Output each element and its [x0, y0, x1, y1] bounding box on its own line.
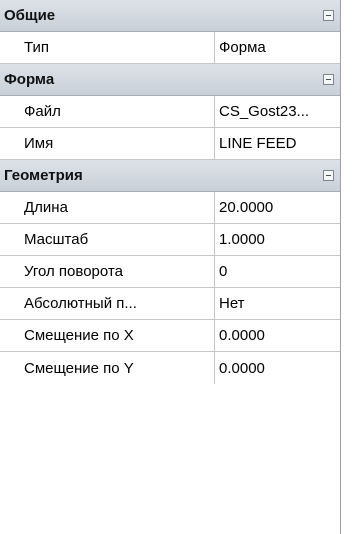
property-name: Абсолютный п... — [0, 288, 215, 319]
property-value[interactable]: 0 — [215, 256, 340, 287]
property-name: Файл — [0, 96, 215, 127]
property-name: Тип — [0, 32, 215, 63]
section-title: Форма — [4, 71, 55, 88]
property-value[interactable]: 0.0000 — [215, 320, 340, 351]
property-row-rotation[interactable]: Угол поворота 0 — [0, 256, 340, 288]
property-name: Масштаб — [0, 224, 215, 255]
property-name: Смещение по X — [0, 320, 215, 351]
property-value[interactable]: LINE FEED — [215, 128, 340, 159]
property-value[interactable]: Нет — [215, 288, 340, 319]
section-header-shape[interactable]: Форма — [0, 64, 340, 96]
property-row-file[interactable]: Файл CS_Gost23... — [0, 96, 340, 128]
property-row-length[interactable]: Длина 20.0000 — [0, 192, 340, 224]
section-header-general[interactable]: Общие — [0, 0, 340, 32]
properties-palette: Общие Тип Форма Форма Файл CS_Gost23... … — [0, 0, 341, 534]
property-name: Имя — [0, 128, 215, 159]
section-title: Геометрия — [4, 167, 83, 184]
property-value[interactable]: CS_Gost23... — [215, 96, 340, 127]
property-value[interactable]: Форма — [215, 32, 340, 63]
property-name: Угол поворота — [0, 256, 215, 287]
collapse-icon[interactable] — [323, 74, 334, 85]
property-row-absolute[interactable]: Абсолютный п... Нет — [0, 288, 340, 320]
property-row-offset-x[interactable]: Смещение по X 0.0000 — [0, 320, 340, 352]
property-row-scale[interactable]: Масштаб 1.0000 — [0, 224, 340, 256]
property-value[interactable]: 1.0000 — [215, 224, 340, 255]
property-value[interactable]: 0.0000 — [215, 352, 340, 384]
property-value[interactable]: 20.0000 — [215, 192, 340, 223]
property-row-offset-y[interactable]: Смещение по Y 0.0000 — [0, 352, 340, 384]
property-row-type[interactable]: Тип Форма — [0, 32, 340, 64]
collapse-icon[interactable] — [323, 10, 334, 21]
section-title: Общие — [4, 7, 56, 24]
property-name: Длина — [0, 192, 215, 223]
property-row-name[interactable]: Имя LINE FEED — [0, 128, 340, 160]
collapse-icon[interactable] — [323, 170, 334, 181]
property-name: Смещение по Y — [0, 352, 215, 384]
section-header-geometry[interactable]: Геометрия — [0, 160, 340, 192]
